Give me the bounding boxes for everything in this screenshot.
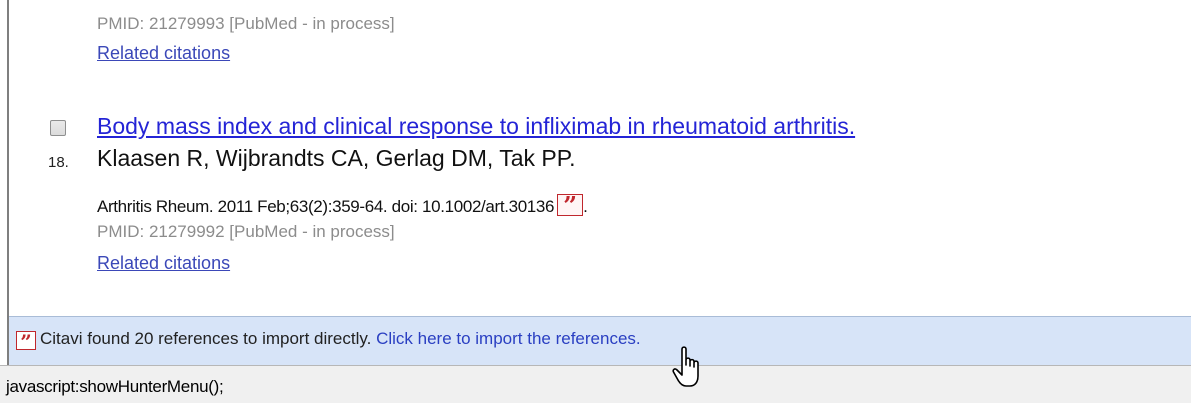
previous-related-citations-link[interactable]: Related citations [97, 43, 230, 64]
journal-citation-suffix: . [583, 197, 588, 216]
status-url: javascript:showHunterMenu(); [6, 377, 224, 396]
result-authors: Klaasen R, Wijbrandts CA, Gerlag DM, Tak… [97, 145, 576, 171]
citavi-message-text: Citavi found 20 references to import dir… [40, 329, 372, 348]
citavi-import-bar: ” Citavi found 20 references to import d… [9, 316, 1191, 365]
citavi-quote-icon: ” [16, 330, 36, 354]
svg-text:”: ” [563, 194, 576, 216]
svg-text:”: ” [20, 331, 32, 350]
result-pmid-line: PMID: 21279992 [PubMed - in process] [97, 222, 395, 241]
previous-pmid-line: PMID: 21279993 [PubMed - in process] [97, 14, 395, 33]
import-references-link[interactable]: Click here to import the references. [376, 329, 641, 348]
citavi-message: Citavi found 20 references to import dir… [40, 329, 641, 349]
result-select-checkbox[interactable] [50, 120, 66, 136]
result-number: 18. [48, 154, 69, 171]
related-citations-link[interactable]: Related citations [97, 253, 230, 274]
browser-status-bar: javascript:showHunterMenu(); [0, 365, 1191, 403]
hand-pointer-icon [670, 345, 710, 395]
result-journal-citation: Arthritis Rheum. 2011 Feb;63(2):359-64. … [97, 191, 588, 220]
result-title-link[interactable]: Body mass index and clinical response to… [97, 113, 855, 140]
citavi-quote-icon[interactable]: ” [557, 191, 584, 220]
journal-citation-text: Arthritis Rheum. 2011 Feb;63(2):359-64. … [97, 197, 555, 216]
search-results-list: PMID: 21279993 [PubMed - in process] Rel… [0, 0, 1191, 316]
